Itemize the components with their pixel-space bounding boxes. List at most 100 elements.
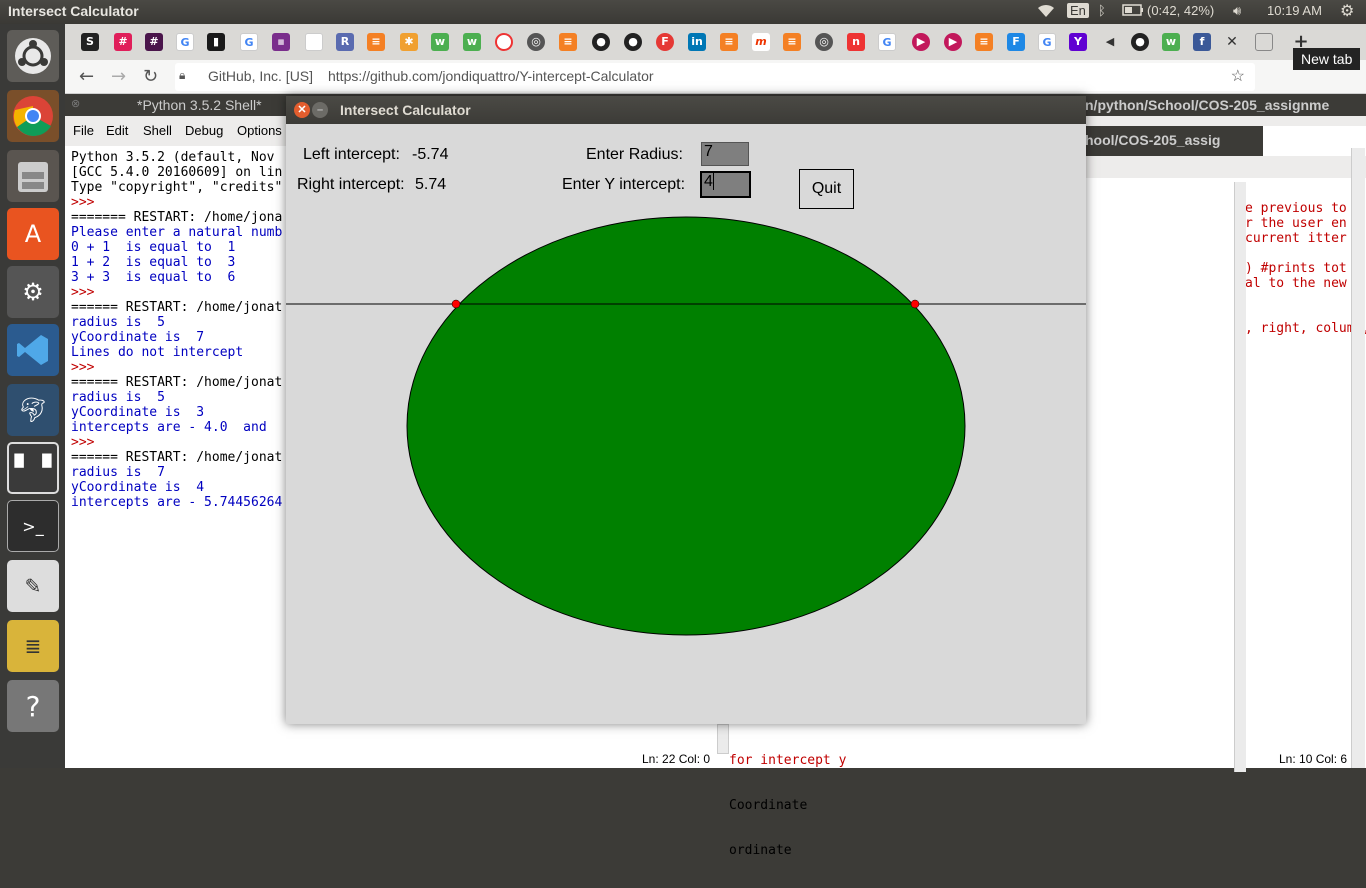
- shell-scrollbar[interactable]: [717, 724, 729, 754]
- menu-file[interactable]: File: [73, 123, 94, 138]
- left-intercept-point: [451, 299, 461, 309]
- text-editor-icon[interactable]: ✎: [7, 560, 59, 612]
- shell-line: Type "copyright", "credits": [71, 180, 283, 195]
- google-icon[interactable]: G: [878, 33, 896, 51]
- tab-favicon[interactable]: m: [752, 33, 770, 51]
- close-icon[interactable]: ✕: [294, 102, 310, 118]
- shell-line: >>>: [71, 285, 95, 300]
- site-identity: GitHub, Inc. [US]: [208, 68, 314, 84]
- google-icon[interactable]: G: [240, 33, 258, 51]
- tab-favicon[interactable]: F: [656, 33, 674, 51]
- tab-favicon[interactable]: [305, 33, 323, 51]
- tab-favicon[interactable]: ◎: [527, 33, 545, 51]
- code-line: ordinate: [729, 843, 792, 858]
- bluetooth-icon[interactable]: ᛒ: [1098, 3, 1106, 18]
- settings-gear-icon[interactable]: ⚙: [1340, 1, 1354, 21]
- code-line: ) #prints tot: [1245, 261, 1347, 276]
- tab-favicon[interactable]: ▦: [272, 33, 290, 51]
- mysql-workbench-icon[interactable]: 🐬︎: [7, 384, 59, 436]
- help-icon[interactable]: ?: [7, 680, 59, 732]
- tab-favicon[interactable]: ▶: [944, 33, 962, 51]
- vscode-icon[interactable]: [7, 324, 59, 376]
- menu-shell[interactable]: Shell: [143, 123, 172, 138]
- tab-favicon[interactable]: S: [81, 33, 99, 51]
- close-tab-icon[interactable]: ✕: [1223, 33, 1241, 51]
- editor-titlebar: hool/COS-205_assig: [1085, 126, 1263, 156]
- google-icon[interactable]: G: [1038, 33, 1056, 51]
- github-icon[interactable]: ●: [592, 33, 610, 51]
- forward-icon[interactable]: →: [111, 66, 126, 87]
- stackoverflow-icon[interactable]: ≡: [783, 33, 801, 51]
- tab-favicon[interactable]: ▮: [207, 33, 225, 51]
- bookmark-star-icon[interactable]: ☆: [1231, 66, 1245, 86]
- radius-input-value: 7: [704, 143, 713, 160]
- reload-icon[interactable]: ↻: [143, 66, 158, 87]
- stackoverflow-icon[interactable]: ≡: [975, 33, 993, 51]
- menu-edit[interactable]: Edit: [106, 123, 128, 138]
- idle-editor-window: hool/COS-205_assig e previous to r the us…: [1085, 126, 1366, 772]
- google-icon[interactable]: G: [176, 33, 194, 51]
- shell-line: intercepts are - 4.0 and: [71, 420, 267, 435]
- github-icon[interactable]: ●: [624, 33, 642, 51]
- minimize-icon[interactable]: –: [312, 102, 328, 118]
- editor-scrollbar[interactable]: [1234, 182, 1246, 772]
- keyboard-indicator[interactable]: En: [1067, 3, 1089, 18]
- volume-icon[interactable]: 🔊︎: [1233, 3, 1241, 19]
- quit-label: Quit: [811, 180, 842, 197]
- editor-bottom-code: for intercept y Coordinate ordinate: [729, 723, 846, 888]
- back-icon[interactable]: ←: [79, 66, 94, 87]
- github-icon[interactable]: ●: [1131, 33, 1149, 51]
- radius-input[interactable]: 7: [701, 142, 749, 166]
- close-icon[interactable]: ⊗: [71, 97, 80, 110]
- editor-code[interactable]: e previous to r the user en current itter …: [1245, 201, 1366, 336]
- ubuntu-dash-icon[interactable]: [7, 30, 59, 82]
- system-settings-icon[interactable]: ⚙: [7, 266, 59, 318]
- linkedin-icon[interactable]: in: [688, 33, 706, 51]
- slack-icon[interactable]: #: [114, 33, 132, 51]
- code-line: for intercept y: [729, 753, 847, 768]
- audio-icon[interactable]: ◀: [1101, 33, 1119, 51]
- files-icon[interactable]: [7, 150, 59, 202]
- shell-line: [GCC 5.4.0 20160609] on lin: [71, 165, 283, 180]
- tab-favicon[interactable]: #: [145, 33, 163, 51]
- toolbar: ← → ↻ 🔒︎ GitHub, Inc. [US] https://githu…: [65, 60, 1366, 94]
- software-center-icon[interactable]: A: [7, 208, 59, 260]
- dialog-titlebar: ✕ – Intersect Calculator: [286, 96, 1086, 124]
- battery-icon[interactable]: [1122, 3, 1144, 20]
- yahoo-icon[interactable]: Y: [1069, 33, 1087, 51]
- menu-debug[interactable]: Debug: [185, 123, 223, 138]
- stackoverflow-icon[interactable]: ≡: [720, 33, 738, 51]
- radius-label: Enter Radius:: [586, 146, 683, 163]
- tab-favicon[interactable]: F: [1007, 33, 1025, 51]
- chrome-icon[interactable]: [7, 90, 59, 142]
- facebook-icon[interactable]: f: [1193, 33, 1211, 51]
- tab-favicon[interactable]: [1255, 33, 1273, 51]
- circle-shape: [406, 216, 966, 636]
- tab-favicon[interactable]: n: [847, 33, 865, 51]
- tab-favicon[interactable]: w: [463, 33, 481, 51]
- menu-options[interactable]: Options: [237, 123, 282, 138]
- tab-favicon[interactable]: w: [431, 33, 449, 51]
- tab-favicon[interactable]: w: [1162, 33, 1180, 51]
- tab-favicon[interactable]: ▶: [912, 33, 930, 51]
- terminal-icon[interactable]: >_: [7, 500, 59, 552]
- address-bar[interactable]: 🔒︎ GitHub, Inc. [US] https://github.com/…: [175, 63, 1255, 91]
- tab-favicon[interactable]: R: [336, 33, 354, 51]
- editor-scrollbar-right[interactable]: [1351, 148, 1365, 768]
- quit-button[interactable]: Quit: [799, 169, 854, 209]
- app-icon[interactable]: ▘▝: [7, 442, 59, 494]
- shell-line: ====== RESTART: /home/jonat: [71, 300, 283, 315]
- shell-output[interactable]: Python 3.5.2 (default, Nov [GCC 5.4.0 201…: [71, 150, 282, 510]
- clock[interactable]: 10:19 AM: [1267, 3, 1322, 18]
- stackoverflow-icon[interactable]: ≡: [367, 33, 385, 51]
- wifi-icon[interactable]: [1036, 3, 1056, 22]
- y-intercept-input-value: 4: [704, 173, 713, 190]
- tab-favicon[interactable]: ✱: [400, 33, 418, 51]
- shell-line: Please enter a natural numb: [71, 225, 283, 240]
- y-intercept-input[interactable]: 4: [700, 171, 751, 198]
- stackoverflow-icon[interactable]: ≡: [559, 33, 577, 51]
- tab-favicon[interactable]: ◎: [815, 33, 833, 51]
- tab-favicon[interactable]: [495, 33, 513, 51]
- idle-icon[interactable]: ≣: [7, 620, 59, 672]
